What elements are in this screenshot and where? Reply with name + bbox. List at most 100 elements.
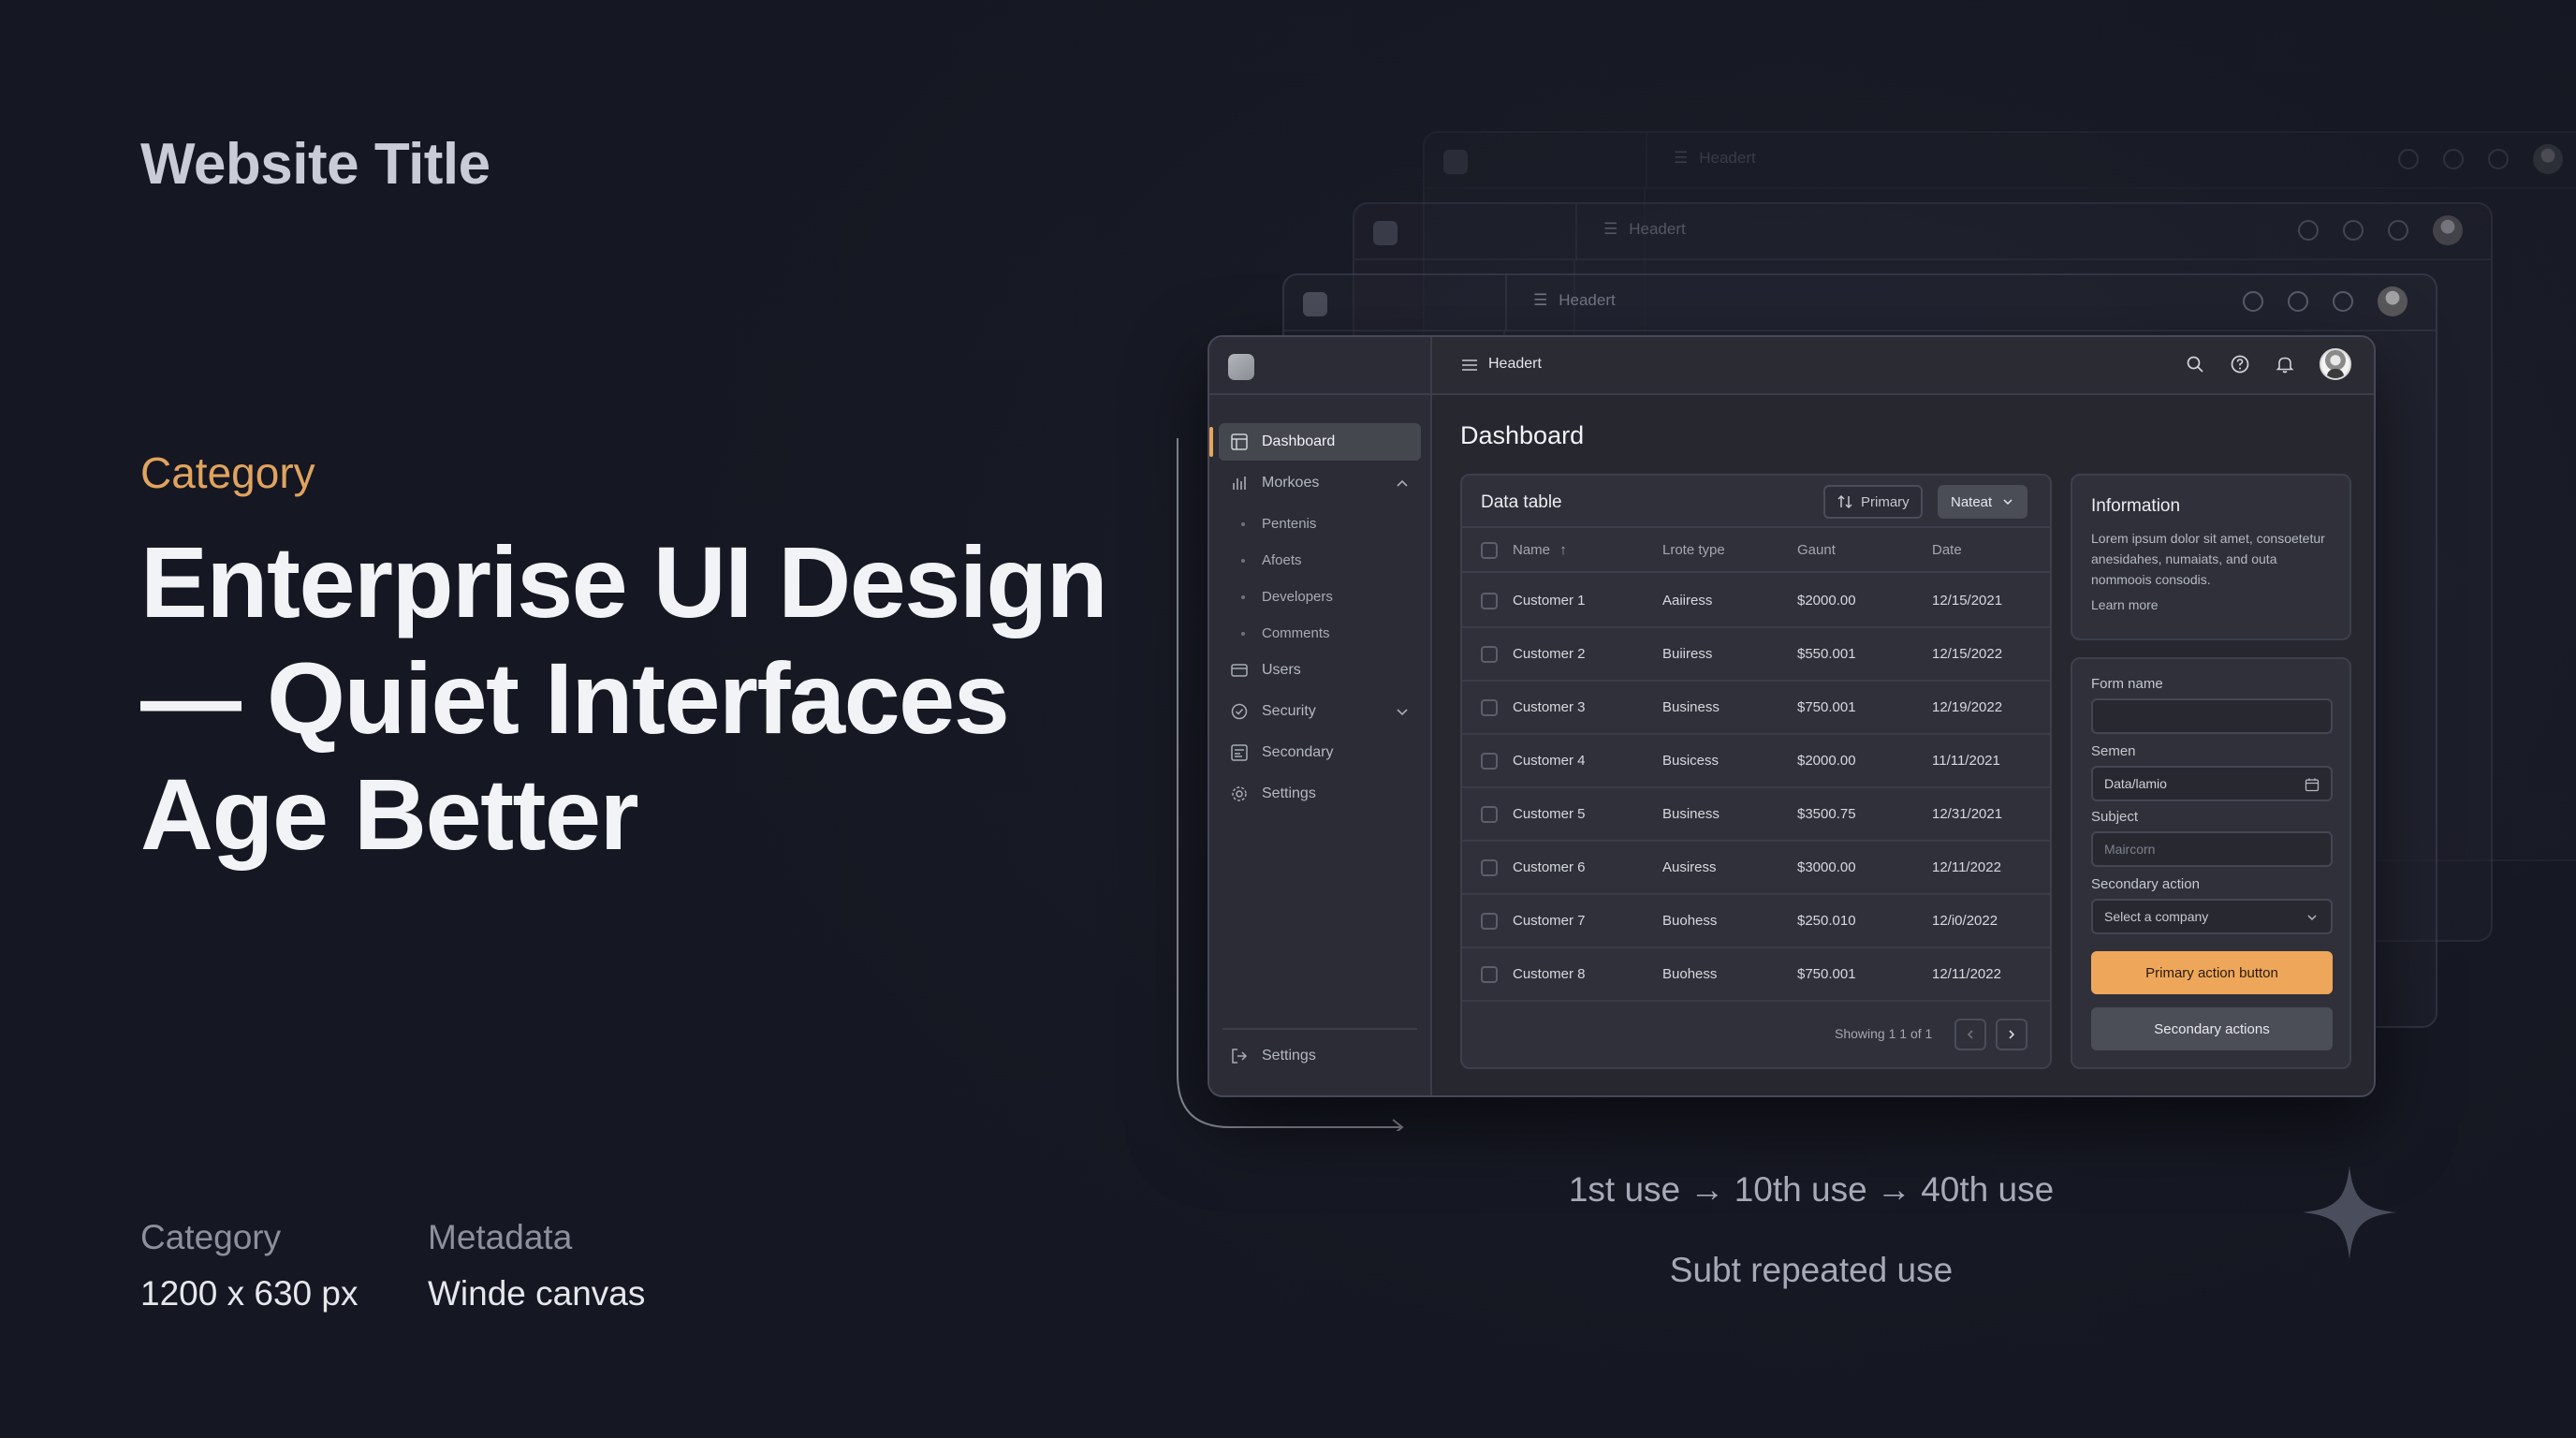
category-label: Category xyxy=(140,448,315,497)
sidebar-footer-settings[interactable]: Settings xyxy=(1230,1047,1316,1065)
search-icon[interactable] xyxy=(2185,354,2205,374)
sidebar-item-secondary[interactable]: Secondary xyxy=(1219,734,1421,771)
sidebar-item-label: Users xyxy=(1262,662,1301,678)
pagination-summary: Showing 1 1 of 1 xyxy=(1835,1026,1933,1041)
row-date: 12/i0/2022 xyxy=(1932,913,1998,929)
company-select[interactable]: Select a company xyxy=(2091,899,2333,934)
information-card: Information Lorem ipsum dolor sit amet, … xyxy=(2071,474,2351,640)
row-type: Busicess xyxy=(1662,753,1720,769)
row-type: Business xyxy=(1662,699,1720,715)
chevron-down-icon[interactable] xyxy=(1393,702,1412,721)
sidebar-item-label: Secondary xyxy=(1262,744,1334,760)
sidebar-item-morkoes[interactable]: Morkoes xyxy=(1219,464,1421,502)
bell-icon[interactable] xyxy=(2275,354,2295,374)
subject-input[interactable]: Maircorn xyxy=(2091,831,2333,867)
sort-button-label: Primary xyxy=(1861,493,1910,510)
information-title: Information xyxy=(2091,496,2181,516)
row-checkbox[interactable] xyxy=(1481,699,1498,716)
calendar-icon[interactable] xyxy=(2305,777,2320,792)
meta-label: Category xyxy=(140,1218,282,1256)
data-table-title: Data table xyxy=(1481,492,1562,512)
headline: Enterprise UI Design — Quiet Interfaces … xyxy=(140,524,1123,873)
sidebar-subitem-pentenis[interactable]: Pentenis xyxy=(1219,506,1421,542)
chevron-left-icon xyxy=(1967,1030,1973,1039)
table-row[interactable]: Customer 6 Ausiress $3000.00 12/11/2022 xyxy=(1462,842,2050,895)
form-name-label: Form name xyxy=(2091,676,2163,692)
sort-button[interactable]: Primary xyxy=(1823,485,1923,519)
avatar[interactable] xyxy=(2320,348,2351,380)
headline-line-3: Age Better xyxy=(140,757,639,871)
row-checkbox[interactable] xyxy=(1481,966,1498,983)
row-date: 11/11/2021 xyxy=(1932,753,2000,769)
secondary-action-label: Secondary action xyxy=(2091,876,2200,892)
sidebar-item-dashboard[interactable]: Dashboard xyxy=(1209,423,1421,461)
sidebar-subitem-developers[interactable]: Developers xyxy=(1219,579,1421,615)
row-checkbox[interactable] xyxy=(1481,753,1498,770)
row-type: Ausiress xyxy=(1662,859,1717,875)
filter-dropdown[interactable]: Nateat xyxy=(1938,485,2028,519)
sidebar-footer-label: Settings xyxy=(1262,1048,1316,1064)
sidebar-item-security[interactable]: Security xyxy=(1219,693,1421,730)
pagination-next-button[interactable] xyxy=(1996,1019,2027,1050)
column-header-date[interactable]: Date xyxy=(1932,542,1962,558)
sidebar-item-settings[interactable]: Settings xyxy=(1219,775,1421,813)
row-type: Aaiiress xyxy=(1662,593,1713,609)
row-checkbox[interactable] xyxy=(1481,646,1498,663)
row-checkbox[interactable] xyxy=(1481,913,1498,930)
row-name: Customer 6 xyxy=(1513,859,1586,875)
table-row[interactable]: Customer 2 Buiiress $550.001 12/15/2022 xyxy=(1462,628,2050,682)
help-icon[interactable] xyxy=(2230,354,2250,374)
sidebar-item-users[interactable]: Users xyxy=(1219,652,1421,689)
secondary-actions-button[interactable]: Secondary actions xyxy=(2091,1007,2333,1050)
grid-icon xyxy=(1230,433,1249,451)
chevron-down-icon xyxy=(2307,915,2317,921)
row-type: Buohess xyxy=(1662,966,1718,982)
table-row[interactable]: Customer 8 Buohess $750.001 12/11/2022 xyxy=(1462,948,2050,1002)
row-checkbox[interactable] xyxy=(1481,593,1498,609)
logout-icon xyxy=(1232,1049,1248,1064)
app-logo xyxy=(1228,354,1254,380)
table-row[interactable]: Customer 7 Buohess $250.010 12/i0/2022 xyxy=(1462,895,2050,948)
table-row[interactable]: Customer 4 Busicess $2000.00 11/11/2021 xyxy=(1462,735,2050,788)
table-row[interactable]: Customer 3 Business $750.001 12/19/2022 xyxy=(1462,682,2050,735)
row-date: 12/11/2022 xyxy=(1932,966,2001,982)
ghost-header-title: Headert xyxy=(1699,149,1756,167)
sidebar-subitem-afoets[interactable]: Afoets xyxy=(1219,542,1421,579)
row-amount: $250.010 xyxy=(1797,913,1856,929)
row-name: Customer 8 xyxy=(1513,966,1586,982)
row-type: Buohess xyxy=(1662,913,1718,929)
row-checkbox[interactable] xyxy=(1481,806,1498,823)
row-name: Customer 5 xyxy=(1513,806,1586,822)
ghost-header-title: Headert xyxy=(1629,220,1686,238)
row-amount: $550.001 xyxy=(1797,646,1856,662)
learn-more-link[interactable]: Learn more xyxy=(2091,597,2159,612)
sidebar-subitem-comments[interactable]: Comments xyxy=(1219,615,1421,652)
app-window: Dashboard Morkoes Pentenis Afoets Develo… xyxy=(1208,335,2376,1097)
table-footer: Showing 1 1 of 1 xyxy=(1462,1000,2050,1067)
sort-arrow-icon: ↑ xyxy=(1559,542,1567,558)
users-icon xyxy=(1230,661,1249,680)
row-amount: $3500.75 xyxy=(1797,806,1856,822)
chevron-up-icon[interactable] xyxy=(1393,474,1412,492)
gear-icon xyxy=(1230,785,1249,803)
data-table-card: Data table Primary Nateat Name ↑ Lrote t… xyxy=(1460,474,2052,1069)
pagination-prev-button[interactable] xyxy=(1954,1019,1986,1050)
select-all-checkbox[interactable] xyxy=(1481,542,1498,559)
menu-icon[interactable] xyxy=(1460,356,1479,374)
table-row[interactable]: Customer 1 Aaiiress $2000.00 12/15/2021 xyxy=(1462,575,2050,628)
column-header-type[interactable]: Lrote type xyxy=(1662,542,1725,558)
row-checkbox[interactable] xyxy=(1481,859,1498,876)
table-row[interactable]: Customer 5 Business $3500.75 12/31/2021 xyxy=(1462,788,2050,842)
page-title: Dashboard xyxy=(1460,421,1585,449)
sort-icon xyxy=(1837,494,1852,509)
sparkle-icon xyxy=(2303,1166,2396,1259)
column-header-amount[interactable]: Gaunt xyxy=(1797,542,1836,558)
bar-chart-icon xyxy=(1230,474,1249,492)
semen-label: Semen xyxy=(2091,743,2136,759)
primary-action-button[interactable]: Primary action button xyxy=(2091,951,2333,994)
column-header-name[interactable]: Name ↑ xyxy=(1513,542,1567,558)
form-name-input[interactable] xyxy=(2091,698,2333,734)
sidebar-item-label: Dashboard xyxy=(1262,433,1336,449)
date-input[interactable]: Data/lamio xyxy=(2091,766,2333,801)
row-amount: $750.001 xyxy=(1797,699,1856,715)
